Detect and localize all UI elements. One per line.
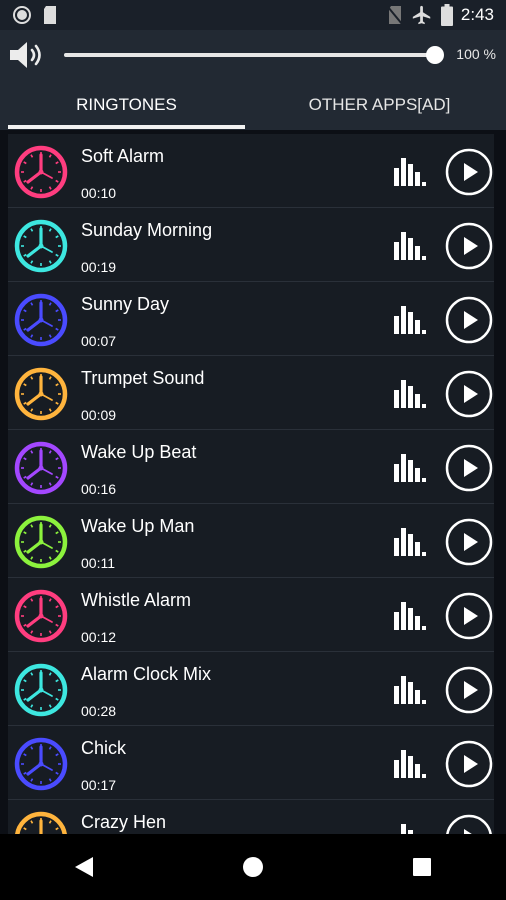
sound-levels-icon (394, 676, 426, 704)
ringtone-title: Trumpet Sound (81, 368, 205, 388)
home-button[interactable] (223, 847, 283, 887)
ringtone-title: Alarm Clock Mix (81, 664, 212, 684)
tab-label: OTHER APPS[AD] (308, 95, 451, 114)
tab-bar: RINGTONES OTHER APPS[AD] (0, 80, 506, 130)
navigation-bar (0, 834, 506, 900)
recents-icon (412, 858, 431, 876)
back-icon (75, 857, 94, 877)
sound-levels-icon (394, 454, 426, 482)
sound-levels-icon (401, 824, 413, 834)
play-icon[interactable] (445, 370, 493, 418)
ringtone-duration: 00:09 (81, 407, 117, 423)
sound-levels-icon (394, 158, 426, 186)
sound-levels-icon (394, 528, 426, 556)
ringtone-row[interactable]: Whistle Alarm 00:12 (8, 578, 494, 652)
ringtone-duration: 00:07 (81, 333, 117, 349)
ringtone-title: Sunday Morning (81, 220, 213, 240)
ringtone-row[interactable]: Wake Up Beat 00:16 (8, 430, 494, 504)
play-icon[interactable] (445, 666, 493, 714)
ringtone-row[interactable]: Crazy Hen (8, 800, 494, 834)
ringtone-row[interactable]: Sunday Morning 00:19 (8, 208, 494, 282)
ringtone-title: Whistle Alarm (81, 590, 192, 610)
ringtone-row[interactable]: Sunny Day 00:07 (8, 282, 494, 356)
volume-percent: 100 % (456, 46, 496, 62)
ringtone-title: Chick (81, 738, 127, 758)
play-icon[interactable] (445, 148, 493, 196)
status-time: 2:43 (460, 5, 494, 24)
ringtone-row[interactable]: Chick 00:17 (8, 726, 494, 800)
status-bar: 2:43 (0, 0, 506, 30)
battery-icon (440, 4, 453, 26)
play-icon[interactable] (445, 518, 493, 566)
ringtone-list[interactable]: Soft Alarm 00:10 Sunday Morning 00:19 Sunny … (8, 134, 494, 834)
alarm-clock-icon (15, 811, 67, 834)
play-icon[interactable] (445, 814, 493, 834)
sound-levels-icon (394, 750, 426, 778)
play-icon[interactable] (445, 296, 493, 344)
ringtone-title: Crazy Hen (81, 812, 167, 832)
ringtone-duration: 00:19 (81, 259, 117, 275)
alarm-clock-icon (14, 515, 68, 569)
ringtone-row[interactable]: Alarm Clock Mix 00:28 (8, 652, 494, 726)
no-sim-icon (387, 6, 403, 25)
sound-levels-icon (394, 232, 426, 260)
alarm-clock-icon (14, 293, 68, 347)
alarm-clock-icon (14, 663, 68, 717)
ringtone-row[interactable]: Soft Alarm 00:10 (8, 134, 494, 208)
sound-levels-icon (394, 306, 426, 334)
tab-ringtones[interactable]: RINGTONES (0, 80, 253, 130)
volume-slider[interactable] (64, 46, 444, 64)
sound-levels-icon (394, 602, 426, 630)
home-icon (242, 857, 263, 877)
volume-fill (64, 53, 435, 57)
sd-card-icon (44, 6, 56, 24)
play-icon[interactable] (445, 740, 493, 788)
ringtone-duration: 00:12 (81, 629, 117, 645)
ringtone-duration: 00:17 (81, 777, 117, 793)
ringtone-duration: 00:11 (81, 555, 115, 571)
ringtone-title: Sunny Day (81, 294, 170, 314)
ringtone-title: Wake Up Man (81, 516, 195, 536)
record-icon (13, 6, 31, 24)
alarm-clock-icon (14, 589, 68, 643)
ringtone-row[interactable]: Trumpet Sound 00:09 (8, 356, 494, 430)
volume-bar: 100 % (0, 30, 506, 80)
alarm-clock-icon (14, 367, 68, 421)
sound-levels-icon (394, 380, 426, 408)
alarm-clock-icon (14, 441, 68, 495)
tab-other-apps[interactable]: OTHER APPS[AD] (253, 80, 506, 130)
ringtone-duration: 00:16 (81, 481, 117, 497)
tab-label: RINGTONES (76, 95, 177, 114)
recents-button[interactable] (392, 847, 452, 887)
back-button[interactable] (54, 847, 114, 887)
ringtone-duration: 00:28 (81, 703, 117, 719)
play-icon[interactable] (445, 592, 493, 640)
alarm-clock-icon (14, 737, 68, 791)
ringtone-duration: 00:10 (81, 185, 117, 201)
alarm-clock-icon (14, 145, 68, 199)
ringtone-title: Wake Up Beat (81, 442, 197, 462)
play-icon[interactable] (445, 444, 493, 492)
airplane-mode-icon (412, 5, 431, 25)
ringtone-row[interactable]: Wake Up Man 00:11 (8, 504, 494, 578)
speaker-icon[interactable] (8, 39, 48, 71)
play-icon[interactable] (445, 222, 493, 270)
alarm-clock-icon (14, 219, 68, 273)
volume-thumb[interactable] (426, 46, 444, 64)
ringtone-title: Soft Alarm (81, 146, 165, 166)
